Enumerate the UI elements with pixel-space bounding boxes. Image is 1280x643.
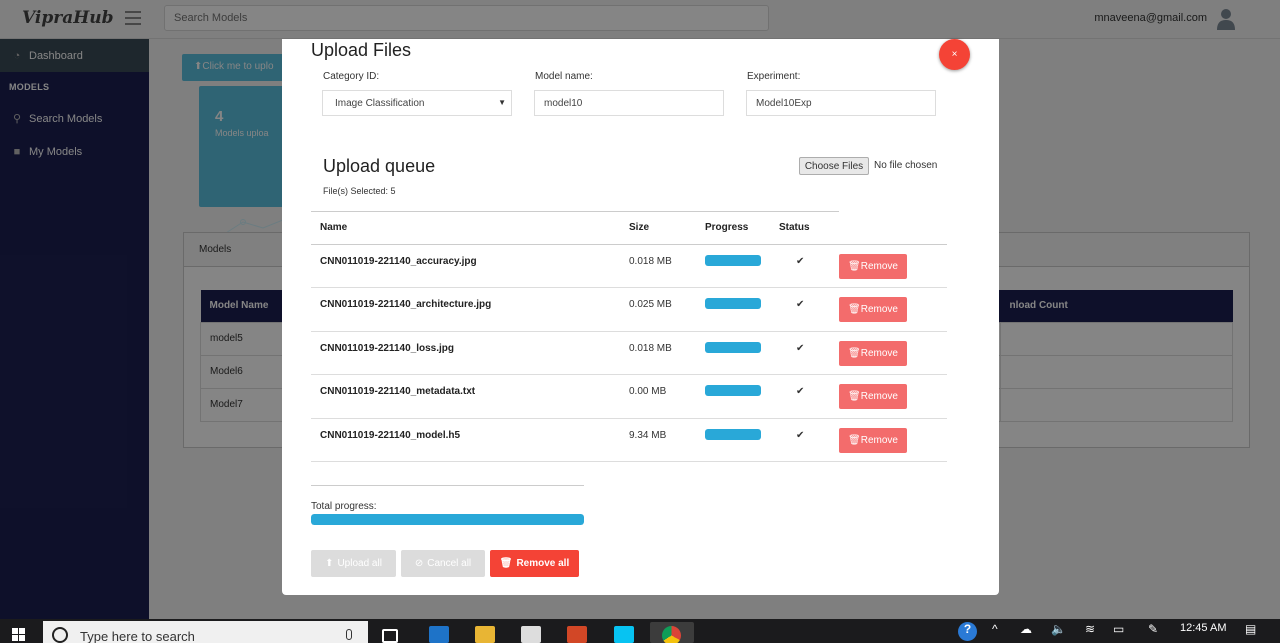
category-label: Category ID: xyxy=(323,71,380,82)
taskbar-clock[interactable]: 12:45 AM xyxy=(1180,622,1226,634)
check-icon: ✔ xyxy=(779,418,839,462)
file-progress-bar xyxy=(705,298,761,309)
trash-icon: 🗑 xyxy=(499,558,513,569)
powerpoint-icon[interactable] xyxy=(567,626,587,643)
experiment-label: Experiment: xyxy=(747,71,801,82)
total-progress-fill xyxy=(311,514,584,525)
upload-all-button[interactable]: ⬆ Upload all xyxy=(311,550,396,577)
model-name-field[interactable]: model10 xyxy=(534,90,724,116)
modal-title: Upload Files xyxy=(311,40,412,60)
notifications-icon[interactable]: ▤ xyxy=(1245,622,1256,636)
file-name: CNN011019-221140_accuracy.jpg xyxy=(311,244,629,288)
os-taskbar: Type here to search ? ^ ☁ 🔈 ≋ ▭ ✎ 12:45 … xyxy=(0,619,1280,643)
webstorm-icon[interactable] xyxy=(614,626,634,643)
divider xyxy=(311,485,584,486)
upload-queue-table: Name Size Progress Status CNN011019-2211… xyxy=(311,212,947,462)
column-header-size: Size xyxy=(629,212,705,245)
close-button[interactable]: × xyxy=(939,39,970,70)
file-progress-bar xyxy=(705,254,761,266)
cancel-icon: ⊘ xyxy=(414,558,424,569)
microphone-icon[interactable] xyxy=(346,629,352,640)
trash-icon: 🗑 xyxy=(848,260,861,272)
column-header-status: Status xyxy=(779,212,839,245)
total-progress-label: Total progress: xyxy=(311,501,377,512)
cancel-all-button[interactable]: ⊘ Cancel all xyxy=(401,550,485,577)
store-icon[interactable] xyxy=(521,626,541,643)
remove-button[interactable]: 🗑Remove xyxy=(839,340,907,366)
wifi-icon[interactable]: ≋ xyxy=(1085,622,1095,636)
task-view-icon[interactable] xyxy=(382,629,398,643)
file-size: 0.018 MB xyxy=(629,244,705,288)
chrome-taskbar-slot[interactable] xyxy=(650,622,694,643)
remove-all-button[interactable]: 🗑 Remove all xyxy=(490,550,579,577)
remove-button[interactable]: 🗑Remove xyxy=(839,253,907,279)
remove-button[interactable]: 🗑Remove xyxy=(839,297,907,322)
remove-button[interactable]: 🗑Remove xyxy=(839,427,907,453)
windows-start-icon[interactable] xyxy=(12,628,26,642)
search-icon xyxy=(52,627,68,643)
table-row: CNN011019-221140_metadata.txt 0.00 MB ✔ … xyxy=(311,374,947,419)
trash-icon: 🗑 xyxy=(848,347,861,359)
pen-icon[interactable]: ✎ xyxy=(1148,622,1158,636)
column-header-progress: Progress xyxy=(705,212,779,245)
trash-icon: 🗑 xyxy=(848,434,861,446)
file-progress-bar xyxy=(705,341,761,353)
column-header-name: Name xyxy=(311,212,629,245)
volume-icon[interactable]: 🔈 xyxy=(1051,622,1066,636)
file-size: 0.00 MB xyxy=(629,374,705,419)
file-name: CNN011019-221140_metadata.txt xyxy=(311,374,629,419)
no-file-chosen-text: No file chosen xyxy=(874,160,938,171)
table-row: CNN011019-221140_architecture.jpg 0.025 … xyxy=(311,287,947,332)
table-row: CNN011019-221140_accuracy.jpg 0.018 MB ✔… xyxy=(311,244,947,288)
upload-icon: ⬆ xyxy=(325,558,334,569)
file-explorer-icon[interactable] xyxy=(475,626,495,643)
total-progress-bar xyxy=(311,514,584,525)
file-name: CNN011019-221140_model.h5 xyxy=(311,418,629,462)
category-select[interactable]: Image Classification ▼ xyxy=(322,90,512,116)
file-progress-bar xyxy=(705,428,761,440)
check-icon: ✔ xyxy=(779,287,839,332)
onedrive-icon[interactable]: ☁ xyxy=(1020,622,1032,636)
file-name: CNN011019-221140_loss.jpg xyxy=(311,331,629,375)
choose-files-button[interactable]: Choose Files xyxy=(799,157,869,175)
file-size: 0.025 MB xyxy=(629,287,705,332)
chrome-icon xyxy=(662,626,681,643)
upload-queue-title: Upload queue xyxy=(323,156,436,176)
table-row: CNN011019-221140_model.h5 9.34 MB ✔ 🗑Rem… xyxy=(311,418,947,462)
chevron-up-icon[interactable]: ^ xyxy=(992,622,998,636)
files-selected-count: File(s) Selected: 5 xyxy=(323,186,396,196)
chevron-down-icon: ▼ xyxy=(498,98,506,107)
experiment-field[interactable]: Model10Exp xyxy=(746,90,936,116)
upload-files-modal: Upload Files × Category ID: Image Classi… xyxy=(282,39,999,595)
trash-icon: 🗑 xyxy=(848,391,861,402)
check-icon: ✔ xyxy=(779,374,839,419)
check-icon: ✔ xyxy=(779,244,839,288)
check-icon: ✔ xyxy=(779,331,839,375)
taskbar-search[interactable]: Type here to search xyxy=(43,621,368,643)
trash-icon: 🗑 xyxy=(848,304,861,315)
battery-icon[interactable]: ▭ xyxy=(1113,622,1124,636)
file-progress-bar xyxy=(705,385,761,396)
file-size: 9.34 MB xyxy=(629,418,705,462)
table-row: CNN011019-221140_loss.jpg 0.018 MB ✔ 🗑Re… xyxy=(311,331,947,375)
model-name-label: Model name: xyxy=(535,71,593,82)
help-icon[interactable]: ? xyxy=(958,622,977,641)
file-name: CNN011019-221140_architecture.jpg xyxy=(311,287,629,332)
file-size: 0.018 MB xyxy=(629,331,705,375)
edge-browser-icon[interactable] xyxy=(429,626,449,643)
remove-button[interactable]: 🗑Remove xyxy=(839,384,907,409)
